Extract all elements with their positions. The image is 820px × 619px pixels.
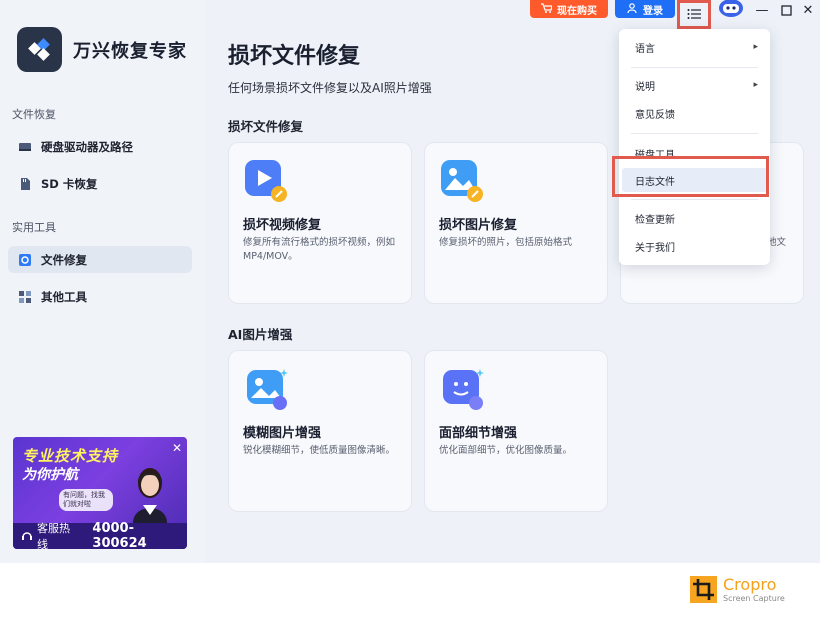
chevron-right-icon: ▸ (753, 42, 758, 52)
sidebar: 万兴恢复专家 文件恢复 硬盘驱动器及路径 SD 卡恢复 实用工具 文件修复 其他… (0, 0, 205, 563)
highlight-box (612, 156, 769, 197)
menu-item-feedback[interactable]: 意见反馈 (619, 101, 770, 125)
menu-list-icon (687, 5, 701, 24)
buy-now-button[interactable]: 现在购买 (530, 0, 608, 18)
logo-icon (17, 27, 62, 72)
promo-hotline-bar: 客服热线 4000-300624 (13, 521, 187, 549)
menu-item-about[interactable]: 关于我们 (619, 234, 770, 258)
assistant-robot-icon[interactable] (716, 0, 746, 20)
card-description: 锐化模糊细节，使低质量图像清晰。 (243, 445, 396, 456)
face-enhance-icon (439, 366, 485, 412)
hotline-number: 4000-300624 (92, 521, 147, 549)
cropro-watermark: Cropro Screen Capture (690, 575, 790, 606)
support-promo-banner[interactable]: 专业技术支持 为你护航 有问题，找我们就对啦 ✕ 客服热线 4000-30062… (13, 437, 187, 549)
hotline-label: 客服热线 (37, 522, 70, 549)
sidebar-item-sd[interactable]: SD 卡恢复 (8, 170, 192, 197)
photo-repair-icon (439, 158, 485, 204)
main-menu-dropdown: 语言 ▸ 说明 ▸ 意见反馈 磁盘工具 日志文件 检查更新 关于我们 (619, 29, 770, 265)
buy-now-label: 现在购买 (557, 5, 597, 17)
headset-icon (21, 527, 33, 546)
card-description: 修复损坏的照片，包括原始格式 (439, 237, 573, 248)
sidebar-item-other-tools[interactable]: 其他工具 (8, 283, 192, 310)
menu-item-language[interactable]: 语言 ▸ (619, 35, 770, 59)
video-repair-icon (243, 158, 289, 204)
menu-divider (631, 133, 758, 134)
menu-item-label: 说明 (635, 81, 655, 93)
card-description: 他文 (767, 237, 787, 248)
card-photo-repair[interactable]: 损坏图片修复 修复损坏的照片，包括原始格式 (424, 142, 608, 304)
group-title-ai: AI图片增强 (228, 327, 293, 342)
login-button[interactable]: 登录 (615, 0, 675, 18)
card-title: 损坏图片修复 (439, 218, 518, 233)
sidebar-item-label: SD 卡恢复 (41, 176, 98, 191)
menu-item-label: 关于我们 (635, 242, 675, 254)
group-title-repair: 损坏文件修复 (228, 119, 304, 134)
sidebar-item-label: 其他工具 (41, 289, 87, 304)
minimize-icon[interactable]: — (754, 2, 770, 18)
grid-tools-icon (18, 290, 32, 304)
menu-item-check-update[interactable]: 检查更新 (619, 206, 770, 230)
sidebar-item-disk[interactable]: 硬盘驱动器及路径 (8, 133, 192, 160)
user-icon (627, 2, 637, 16)
menu-item-label: 意见反馈 (635, 109, 675, 121)
card-title: 模糊图片增强 (243, 426, 322, 441)
card-title: 面部细节增强 (439, 426, 518, 441)
sidebar-item-label: 硬盘驱动器及路径 (41, 139, 133, 154)
hard-drive-icon (18, 140, 32, 154)
menu-item-help[interactable]: 说明 ▸ (619, 73, 770, 97)
promo-speech-bubble: 有问题，找我们就对啦 (59, 489, 113, 511)
section-label-tools: 实用工具 (12, 221, 56, 234)
app-logo: 万兴恢复专家 (17, 27, 187, 72)
card-blur-enhance[interactable]: 模糊图片增强 锐化模糊细节，使低质量图像清晰。 (228, 350, 412, 512)
support-agent-image (125, 453, 175, 523)
image-enhance-icon (243, 366, 289, 412)
sidebar-item-label: 文件修复 (41, 252, 87, 267)
card-title: 损坏视频修复 (243, 218, 322, 233)
section-label-recovery: 文件恢复 (12, 108, 56, 121)
app-window: 万兴恢复专家 文件恢复 硬盘驱动器及路径 SD 卡恢复 实用工具 文件修复 其他… (0, 0, 820, 563)
close-window-icon[interactable]: ✕ (800, 2, 816, 18)
page-title: 损坏文件修复 (228, 44, 361, 69)
maximize-icon[interactable] (778, 2, 794, 18)
app-title: 万兴恢复专家 (73, 40, 187, 62)
login-label: 登录 (643, 5, 663, 17)
card-description: 修复所有流行格式的损坏视频，例如 MP4/MOV。 (243, 237, 396, 262)
promo-headline: 专业技术支持 (22, 447, 119, 465)
file-repair-icon (18, 253, 32, 267)
main-menu-button[interactable] (677, 0, 711, 29)
menu-divider (631, 67, 758, 68)
chevron-right-icon: ▸ (753, 80, 758, 90)
card-video-repair[interactable]: 损坏视频修复 修复所有流行格式的损坏视频，例如 MP4/MOV。 (228, 142, 412, 304)
promo-subheadline: 为你护航 (22, 467, 78, 483)
menu-divider (631, 199, 758, 200)
page-subtitle: 任何场景损坏文件修复以及AI照片增强 (228, 81, 432, 95)
sidebar-item-file-repair[interactable]: 文件修复 (8, 246, 192, 273)
card-face-enhance[interactable]: 面部细节增强 优化面部细节，优化图像质量。 (424, 350, 608, 512)
card-description: 优化面部细节，优化图像质量。 (439, 445, 573, 456)
watermark-name: Cropro (723, 575, 777, 594)
cart-icon (541, 2, 553, 16)
menu-item-label: 语言 (635, 43, 655, 55)
crop-icon (690, 576, 717, 603)
sd-card-icon (18, 177, 32, 191)
menu-item-label: 检查更新 (635, 214, 675, 226)
watermark-subtitle: Screen Capture (723, 594, 785, 603)
